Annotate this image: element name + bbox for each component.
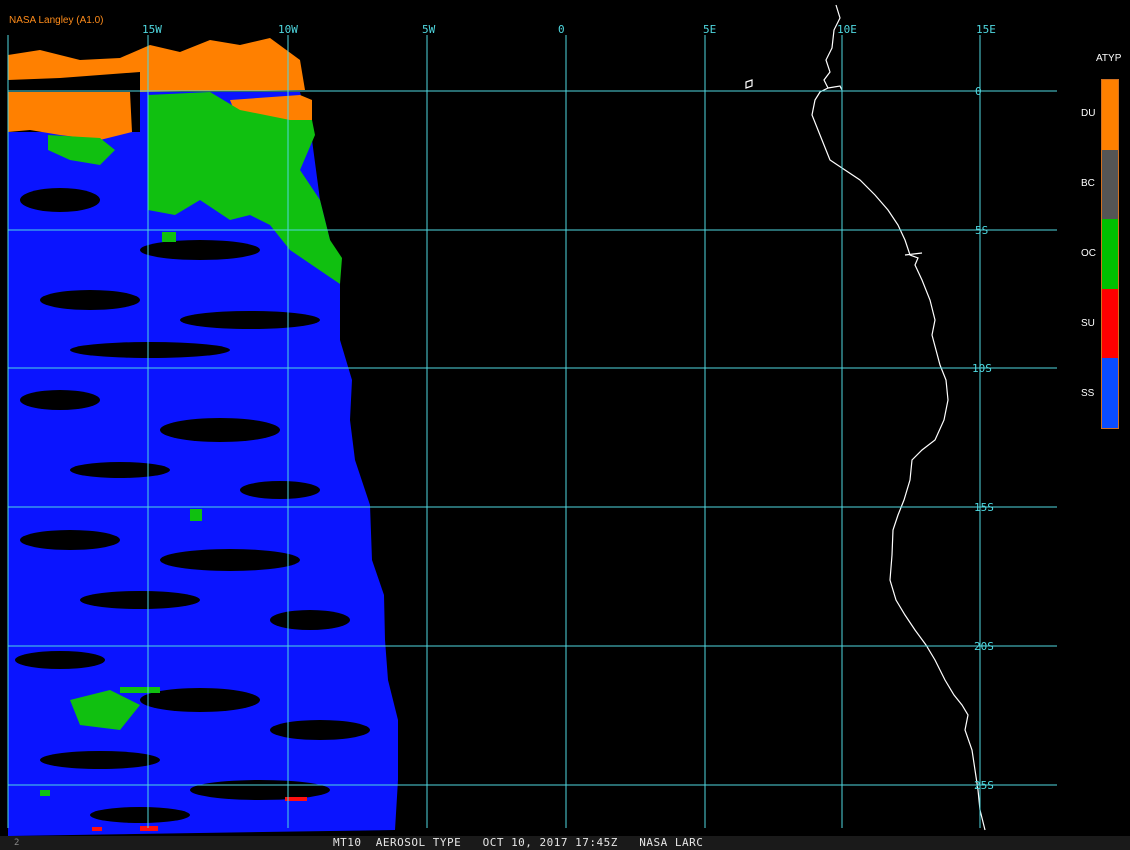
- lon-label: 5E: [703, 23, 716, 36]
- legend-label-ss: SS: [1081, 388, 1095, 399]
- lat-label: 15S: [974, 501, 994, 514]
- legend-swatch-bc: [1102, 149, 1118, 220]
- legend-title: ATYP: [1096, 53, 1122, 64]
- lon-label: 0: [558, 23, 565, 36]
- legend-swatch-ss: [1102, 358, 1118, 428]
- lat-label: 5S: [975, 224, 988, 237]
- lat-label: 10S: [972, 362, 992, 375]
- legend-label-oc: OC: [1081, 248, 1096, 259]
- status-text: MT10 AEROSOL TYPE OCT 10, 2017 17:45Z NA…: [333, 836, 704, 849]
- legend-label-bc: BC: [1081, 178, 1095, 189]
- aerosol-type-map: 15W 10W 5W 0 5E 10E 15E 0 5S 10S 15S 20S…: [0, 0, 1130, 850]
- legend-swatch-du: [1102, 80, 1118, 150]
- legend-label-su: SU: [1081, 318, 1095, 329]
- lon-label: 10E: [837, 23, 857, 36]
- lat-label: 25S: [974, 779, 994, 792]
- lon-label: 5W: [422, 23, 436, 36]
- lat-label: 0: [975, 85, 982, 98]
- legend-swatch-oc: [1102, 219, 1118, 289]
- lon-label: 15E: [976, 23, 996, 36]
- legend-swatch-su: [1102, 288, 1118, 359]
- legend-label-du: DU: [1081, 108, 1096, 119]
- lon-label: 10W: [278, 23, 298, 36]
- status-bar: 2 MT10 AEROSOL TYPE OCT 10, 2017 17:45Z …: [0, 836, 1130, 850]
- frame-number: 2: [14, 838, 20, 848]
- credit-label: NASA Langley (A1.0): [9, 15, 104, 26]
- lat-label: 20S: [974, 640, 994, 653]
- lon-label: 15W: [142, 23, 162, 36]
- legend-color-bar: [1101, 79, 1119, 429]
